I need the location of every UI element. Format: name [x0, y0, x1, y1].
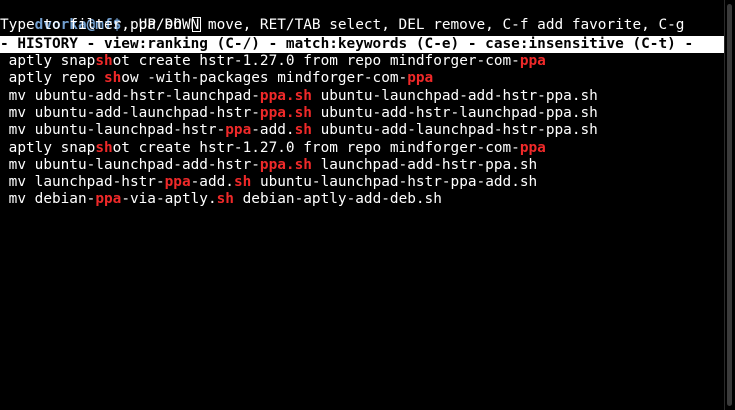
command-text: ubuntu-add-hstr-launchpad-ppa.sh — [311, 104, 598, 121]
prompt-line[interactable]: dvorka@mf$ ppa sh — [0, 0, 201, 33]
match-highlight: ppa — [519, 53, 546, 69]
command-text: aptly repo — [0, 70, 104, 87]
history-item[interactable]: aptly snapshot create hstr-1.27.0 from r… — [0, 53, 546, 70]
command-text: debian-aptly-add-deb.sh — [233, 191, 442, 208]
match-highlight: ppa — [407, 70, 434, 87]
match-highlight: sh — [294, 122, 312, 139]
history-item[interactable]: mv debian-ppa-via-aptly.sh debian-aptly-… — [0, 191, 442, 208]
command-text: mv ubuntu-launchpad-hstr- — [0, 122, 226, 139]
command-text: ubuntu-launchpad-add-hstr-ppa.sh — [311, 87, 598, 104]
command-text: ubuntu-add-launchpad-hstr-ppa.sh — [311, 122, 598, 139]
history-item[interactable]: mv ubuntu-launchpad-add-hstr-ppa.sh laun… — [0, 156, 538, 174]
history-item[interactable]: aptly snapshot create hstr-1.27.0 from r… — [0, 140, 546, 157]
scrollbar-thumb[interactable] — [727, 4, 732, 406]
history-item[interactable]: mv ubuntu-launchpad-hstr-ppa-add.sh ubun… — [0, 122, 598, 139]
match-highlight: ppa — [164, 174, 191, 191]
history-item[interactable]: aptly repo show -with-packages mindforge… — [0, 70, 434, 87]
scrollbar[interactable] — [724, 0, 735, 410]
command-text: -via-aptly. — [121, 191, 217, 208]
match-highlight: sh — [233, 174, 252, 191]
match-highlight: ppa — [519, 139, 546, 156]
status-bar: - HISTORY - view:ranking (C-/) - match:k… — [0, 36, 725, 53]
history-item[interactable]: mv ubuntu-add-hstr-launchpad-ppa.sh ubun… — [0, 88, 598, 105]
command-text: mv ubuntu-add-hstr-launchpad- — [0, 87, 260, 104]
help-line: Type to filter, UP/DOWN move, RET/TAB se… — [0, 17, 685, 33]
command-text: ubuntu-launchpad-hstr-ppa-add.sh — [251, 174, 538, 191]
command-text: aptly snap — [0, 53, 96, 69]
match-highlight: sh — [95, 53, 113, 69]
match-highlight: ppa.sh — [259, 87, 312, 104]
command-text: mv debian- — [0, 191, 96, 208]
command-text: ot create hstr-1.27.0 from repo mindforg… — [112, 139, 520, 156]
command-text: ow -with-packages mindforger-com- — [121, 70, 408, 87]
history-item[interactable]: mv ubuntu-add-launchpad-hstr-ppa.sh ubun… — [0, 105, 598, 122]
match-highlight: sh — [103, 70, 122, 87]
command-text: ot create hstr-1.27.0 from repo mindforg… — [112, 53, 520, 69]
command-text: mv ubuntu-launchpad-add-hstr- — [0, 156, 260, 173]
match-highlight: sh — [216, 191, 234, 208]
command-text: aptly snap — [0, 139, 96, 156]
match-highlight: ppa.sh — [259, 104, 312, 121]
command-text: mv launchpad-hstr- — [0, 174, 165, 191]
match-highlight: sh — [95, 139, 113, 156]
terminal-window[interactable]: dvorka@mf$ ppa sh Type to filter, UP/DOW… — [0, 0, 725, 410]
command-text: mv ubuntu-add-launchpad-hstr- — [0, 104, 260, 121]
match-highlight: ppa — [95, 191, 122, 208]
command-text: -add. — [190, 174, 234, 191]
command-text: -add. — [251, 122, 295, 139]
match-highlight: ppa — [225, 122, 252, 139]
command-text: launchpad-add-hstr-ppa.sh — [311, 156, 538, 173]
history-item[interactable]: mv launchpad-hstr-ppa-add.sh ubuntu-laun… — [0, 174, 538, 191]
match-highlight: ppa.sh — [259, 156, 312, 173]
